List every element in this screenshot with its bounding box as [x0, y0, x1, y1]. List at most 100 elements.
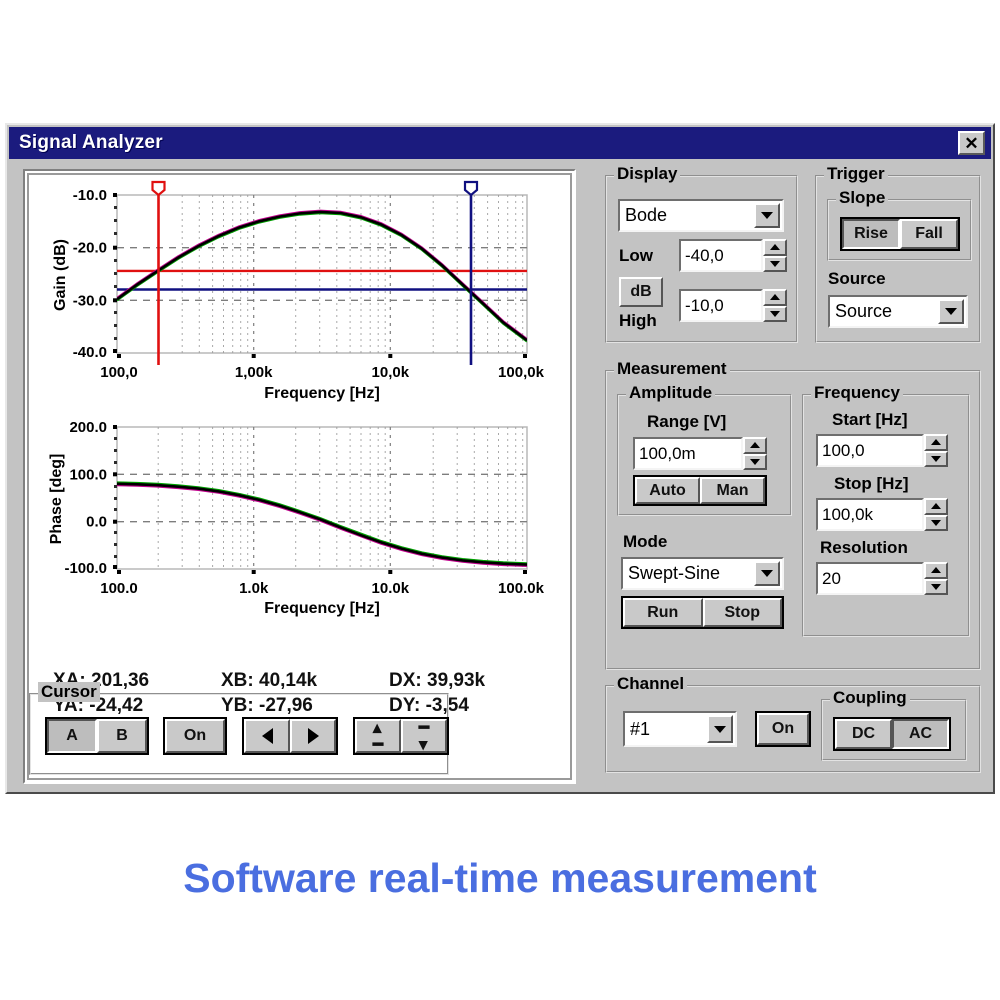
display-low-input[interactable]: -40,0 [679, 239, 763, 272]
slope-group-label: Slope [836, 188, 889, 208]
range-label: Range [V] [647, 412, 727, 431]
channel-value: #1 [630, 718, 651, 739]
cursor-a-button[interactable]: A [47, 719, 97, 753]
chevron-down-icon[interactable] [754, 203, 780, 228]
mode-combo[interactable]: Swept-Sine [621, 557, 784, 590]
arrow-left-icon [261, 728, 273, 744]
window-titlebar: Signal Analyzer ✕ [9, 127, 991, 159]
freq-stop-spinner[interactable] [924, 498, 948, 531]
range-man-button[interactable]: Man [700, 477, 765, 504]
slope-rise-button[interactable]: Rise [842, 219, 900, 249]
caption-text: Software real-time measurement [183, 855, 817, 901]
cursor-on-label: On [183, 727, 207, 744]
trigger-source-value: Source [835, 301, 893, 321]
range-auto-label: Auto [649, 481, 686, 499]
freq-start-label: Start [Hz] [832, 410, 908, 429]
close-icon[interactable]: ✕ [958, 131, 985, 155]
chevron-down-icon[interactable] [938, 299, 964, 324]
cursor-on-wrap[interactable]: On [163, 717, 227, 755]
svg-text:-40.0: -40.0 [73, 344, 107, 361]
spinner-up-icon[interactable] [924, 434, 948, 451]
display-high-input[interactable]: -10,0 [679, 289, 763, 322]
window-title: Signal Analyzer [19, 132, 163, 153]
cursor-right-button[interactable] [290, 719, 336, 753]
svg-text:100,0k: 100,0k [498, 364, 545, 381]
svg-text:Gain (dB): Gain (dB) [52, 239, 69, 311]
stop-button[interactable]: Stop [702, 598, 782, 627]
display-low-spinner[interactable] [763, 239, 787, 272]
arrow-right-icon [307, 728, 319, 744]
spinner-up-icon[interactable] [743, 437, 767, 454]
coupling-dc-button[interactable]: DC [835, 719, 892, 749]
channel-combo[interactable]: #1 [623, 711, 737, 747]
spinner-up-icon[interactable] [924, 498, 948, 515]
spinner-down-icon[interactable] [924, 450, 948, 467]
channel-on-button[interactable]: On [757, 713, 809, 745]
range-mode-button-pair[interactable]: Auto Man [633, 475, 767, 506]
cursor-b-label: B [116, 727, 128, 744]
cursor-on-button[interactable]: On [165, 719, 225, 753]
run-button-label: Run [647, 603, 679, 621]
plot-panel: -10.0 -20.0 -30.0 -40.0 100,0 1,00k 10,0… [23, 169, 576, 784]
cursor-lr-button-pair[interactable] [242, 717, 338, 755]
freq-resolution-spinner[interactable] [924, 562, 948, 595]
cursor-up-button[interactable]: ▴ ━ [355, 719, 401, 753]
run-button[interactable]: Run [623, 598, 703, 627]
coupling-ac-button[interactable]: AC [892, 719, 949, 749]
spinner-up-icon[interactable] [763, 289, 787, 306]
spinner-down-icon[interactable] [924, 578, 948, 595]
cursor-updown-button-pair[interactable]: ▴ ━ ━ ▾ [353, 717, 449, 755]
svg-text:10.0k: 10.0k [372, 580, 410, 597]
slope-button-pair[interactable]: Rise Fall [840, 217, 960, 251]
freq-resolution-value: 20 [822, 568, 841, 588]
trigger-group-label: Trigger [824, 164, 888, 184]
coupling-group-label: Coupling [830, 688, 910, 708]
chevron-down-icon[interactable] [707, 715, 733, 743]
range-value: 100,0m [639, 443, 696, 463]
range-spinner[interactable] [743, 437, 767, 470]
spinner-up-icon[interactable] [763, 239, 787, 256]
channel-group-label: Channel [614, 674, 688, 694]
spinner-up-icon[interactable] [924, 562, 948, 579]
display-high-spinner[interactable] [763, 289, 787, 322]
spinner-down-icon[interactable] [924, 514, 948, 531]
svg-text:-10.0: -10.0 [73, 187, 107, 204]
bode-charts[interactable]: -10.0 -20.0 -30.0 -40.0 100,0 1,00k 10,0… [29, 175, 574, 665]
coupling-dc-label: DC [851, 725, 876, 742]
channel-on-wrap[interactable]: On [755, 711, 811, 747]
frequency-group-label: Frequency [811, 383, 903, 403]
range-input[interactable]: 100,0m [633, 437, 743, 470]
trigger-source-combo[interactable]: Source [828, 295, 968, 328]
freq-start-spinner[interactable] [924, 434, 948, 467]
spinner-down-icon[interactable] [743, 453, 767, 470]
display-mode-value: Bode [625, 205, 668, 225]
chevron-down-icon[interactable] [754, 561, 780, 586]
slope-fall-button[interactable]: Fall [900, 219, 958, 249]
svg-text:-20.0: -20.0 [73, 240, 107, 257]
freq-stop-input[interactable]: 100,0k [816, 498, 924, 531]
freq-start-value: 100,0 [822, 440, 865, 460]
spinner-down-icon[interactable] [763, 255, 787, 272]
display-group: Display Bode Low -40,0 dB High -10,0 [605, 164, 798, 343]
cursor-down-button[interactable]: ━ ▾ [401, 719, 447, 753]
coupling-button-pair[interactable]: DC AC [833, 717, 951, 751]
mode-label: Mode [623, 532, 668, 551]
range-auto-button[interactable]: Auto [635, 477, 700, 504]
freq-stop-value: 100,0k [822, 504, 874, 524]
channel-group: Channel #1 On Coupling DC AC [605, 674, 981, 773]
display-high-label: High [619, 311, 657, 330]
cursor-b-button[interactable]: B [97, 719, 147, 753]
cursor-left-button[interactable] [244, 719, 290, 753]
readout-xb: XB: 40,14k [221, 670, 318, 691]
cursor-ab-button-pair[interactable]: A B [45, 717, 149, 755]
slope-rise-label: Rise [854, 225, 888, 242]
spinner-down-icon[interactable] [763, 305, 787, 322]
display-mode-combo[interactable]: Bode [618, 199, 784, 232]
slope-group: Slope Rise Fall [827, 188, 972, 261]
run-stop-button-pair[interactable]: Run Stop [621, 596, 784, 629]
frequency-group: Frequency Start [Hz] 100,0 Stop [Hz] 100… [802, 383, 970, 637]
freq-resolution-input[interactable]: 20 [816, 562, 924, 595]
display-group-label: Display [614, 164, 681, 184]
db-button[interactable]: dB [619, 277, 663, 307]
freq-start-input[interactable]: 100,0 [816, 434, 924, 467]
